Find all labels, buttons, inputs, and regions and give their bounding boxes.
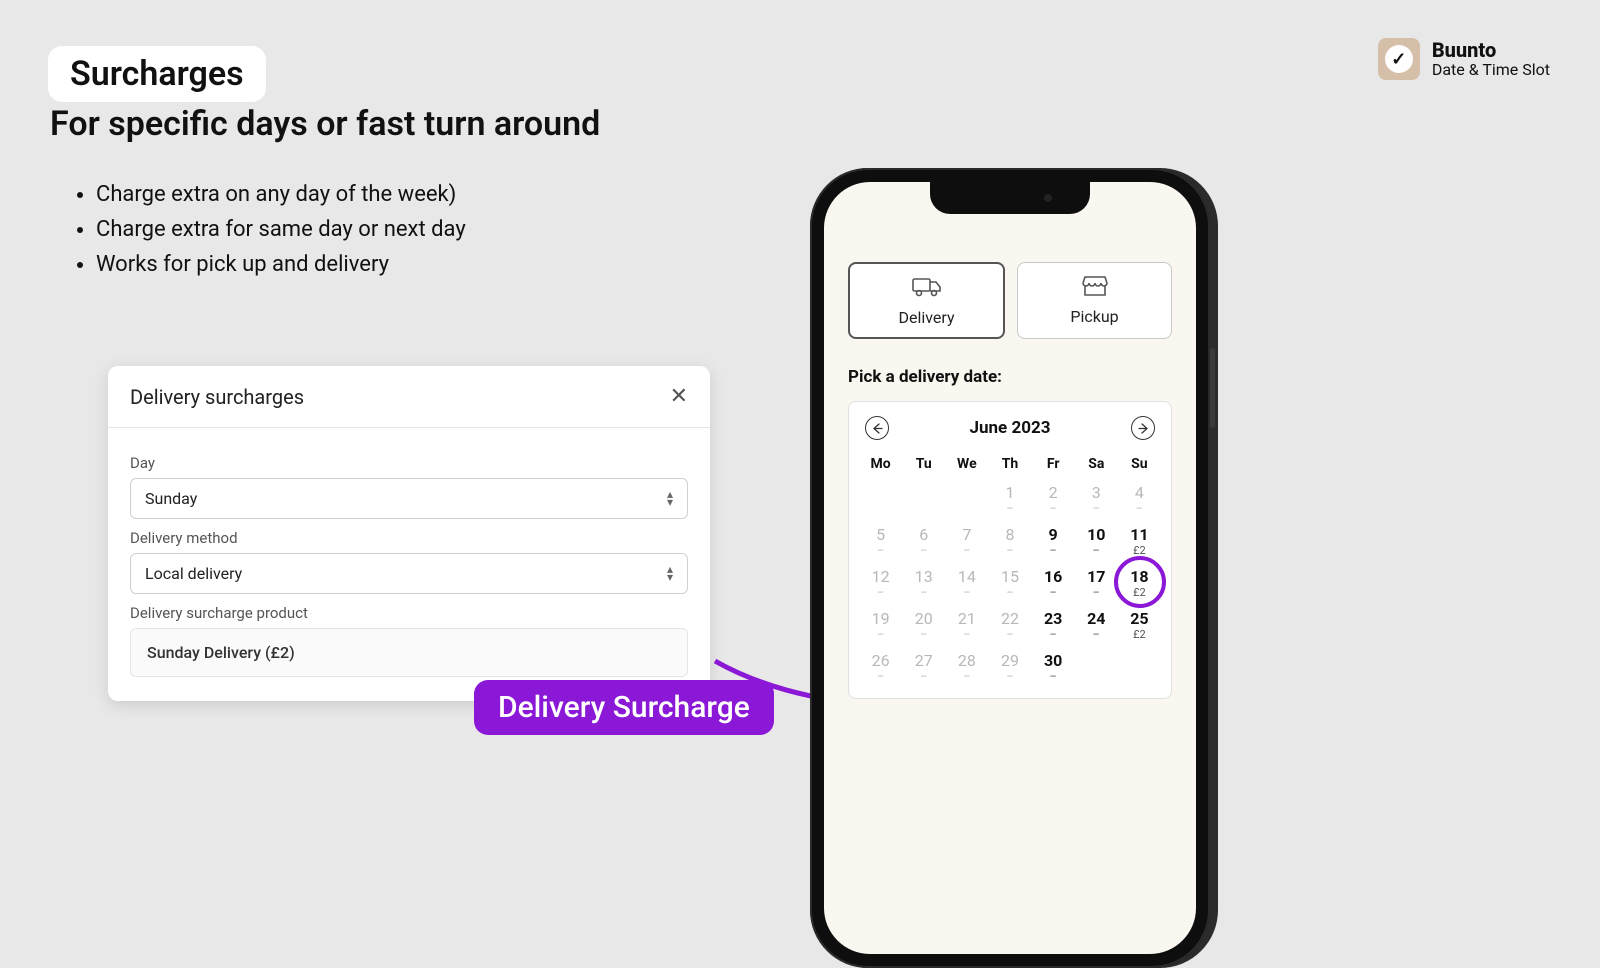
calendar-day: 8– [988,520,1031,562]
product-value[interactable]: Sunday Delivery (£2) [130,628,688,677]
day-label: Day [130,454,688,472]
brand-tagline: Date & Time Slot [1432,61,1550,79]
calendar-day[interactable]: 23– [1032,604,1075,646]
calendar-day[interactable]: 10– [1075,520,1118,562]
calendar: June 2023 MoTuWeThFrSaSu 1–2–3–4– 5–6–7–8… [848,401,1172,699]
calendar-day[interactable]: 16– [1032,562,1075,604]
calendar-day: 27– [902,646,945,688]
calendar-day[interactable]: 30– [1032,646,1075,688]
calendar-day: 12– [859,562,902,604]
page-subtitle: For specific days or fast turn around [50,104,600,144]
calendar-day: 20– [902,604,945,646]
calendar-day: 7– [945,520,988,562]
calendar-prev-button[interactable] [865,416,889,440]
callout-pill: Delivery Surcharge [474,680,774,735]
calendar-day: 22– [988,604,1031,646]
calendar-day[interactable]: 17– [1075,562,1118,604]
method-label: Delivery method [130,529,688,547]
bullet-item: Charge extra for same day or next day [96,213,466,246]
calendar-day[interactable]: 18£2 [1118,562,1161,604]
method-select-value: Local delivery [145,564,242,583]
calendar-dow: Mo [859,450,902,478]
calendar-dow: Th [988,450,1031,478]
pick-date-label: Pick a delivery date: [848,367,1172,387]
arrow-left-icon [872,423,883,434]
tab-pickup[interactable]: Pickup [1017,262,1172,339]
calendar-day: 28– [945,646,988,688]
calendar-cell-empty [859,478,902,520]
select-caret-icon: ▴▾ [667,491,673,505]
calendar-dow: We [945,450,988,478]
calendar-cell-empty [945,478,988,520]
calendar-day: 15– [988,562,1031,604]
calendar-day[interactable]: 24– [1075,604,1118,646]
brand-icon: ✓ [1378,38,1420,80]
calendar-day: 3– [1075,478,1118,520]
truck-icon [912,276,942,302]
calendar-dow: Sa [1075,450,1118,478]
calendar-day[interactable]: 9– [1032,520,1075,562]
calendar-day: 19– [859,604,902,646]
calendar-month-label: June 2023 [970,418,1051,438]
calendar-day: 26– [859,646,902,688]
calendar-day: 2– [1032,478,1075,520]
brand-name: Buunto [1432,39,1550,61]
checkmark-icon: ✓ [1385,45,1413,73]
calendar-next-button[interactable] [1131,416,1155,440]
select-caret-icon: ▴▾ [667,566,673,580]
phone-side-button [1210,348,1215,428]
page-title-pill: Surcharges [48,46,266,102]
calendar-day: 13– [902,562,945,604]
product-label: Delivery surcharge product [130,604,688,622]
method-select[interactable]: Local delivery ▴▾ [130,553,688,594]
day-select-value: Sunday [145,489,197,508]
phone-screen: Delivery Pickup Pick a delivery date: [824,182,1196,954]
calendar-day: 5– [859,520,902,562]
arrow-right-icon [1138,423,1149,434]
tab-delivery[interactable]: Delivery [848,262,1005,339]
tab-delivery-label: Delivery [898,308,954,327]
calendar-day[interactable]: 11£2 [1118,520,1161,562]
brand-badge: ✓ Buunto Date & Time Slot [1378,38,1550,80]
calendar-day: 1– [988,478,1031,520]
calendar-cell-empty [1118,646,1161,688]
modal-title: Delivery surcharges [130,385,304,409]
tab-pickup-label: Pickup [1070,307,1118,326]
store-icon [1080,275,1110,301]
bullet-item: Charge extra on any day of the week) [96,178,466,211]
close-icon[interactable]: ✕ [670,384,688,409]
calendar-day: 4– [1118,478,1161,520]
calendar-dow: Fr [1032,450,1075,478]
phone-frame: Delivery Pickup Pick a delivery date: [810,168,1210,968]
calendar-day[interactable]: 25£2 [1118,604,1161,646]
bullet-item: Works for pick up and delivery [96,248,466,281]
day-select[interactable]: Sunday ▴▾ [130,478,688,519]
calendar-day: 29– [988,646,1031,688]
calendar-dow: Tu [902,450,945,478]
calendar-cell-empty [902,478,945,520]
surcharge-modal: Delivery surcharges ✕ Day Sunday ▴▾ Deli… [108,366,710,701]
calendar-day: 6– [902,520,945,562]
calendar-day: 14– [945,562,988,604]
calendar-cell-empty [1075,646,1118,688]
calendar-day: 21– [945,604,988,646]
calendar-dow: Su [1118,450,1161,478]
phone-notch [930,182,1090,214]
feature-bullets: Charge extra on any day of the week) Cha… [96,178,466,283]
